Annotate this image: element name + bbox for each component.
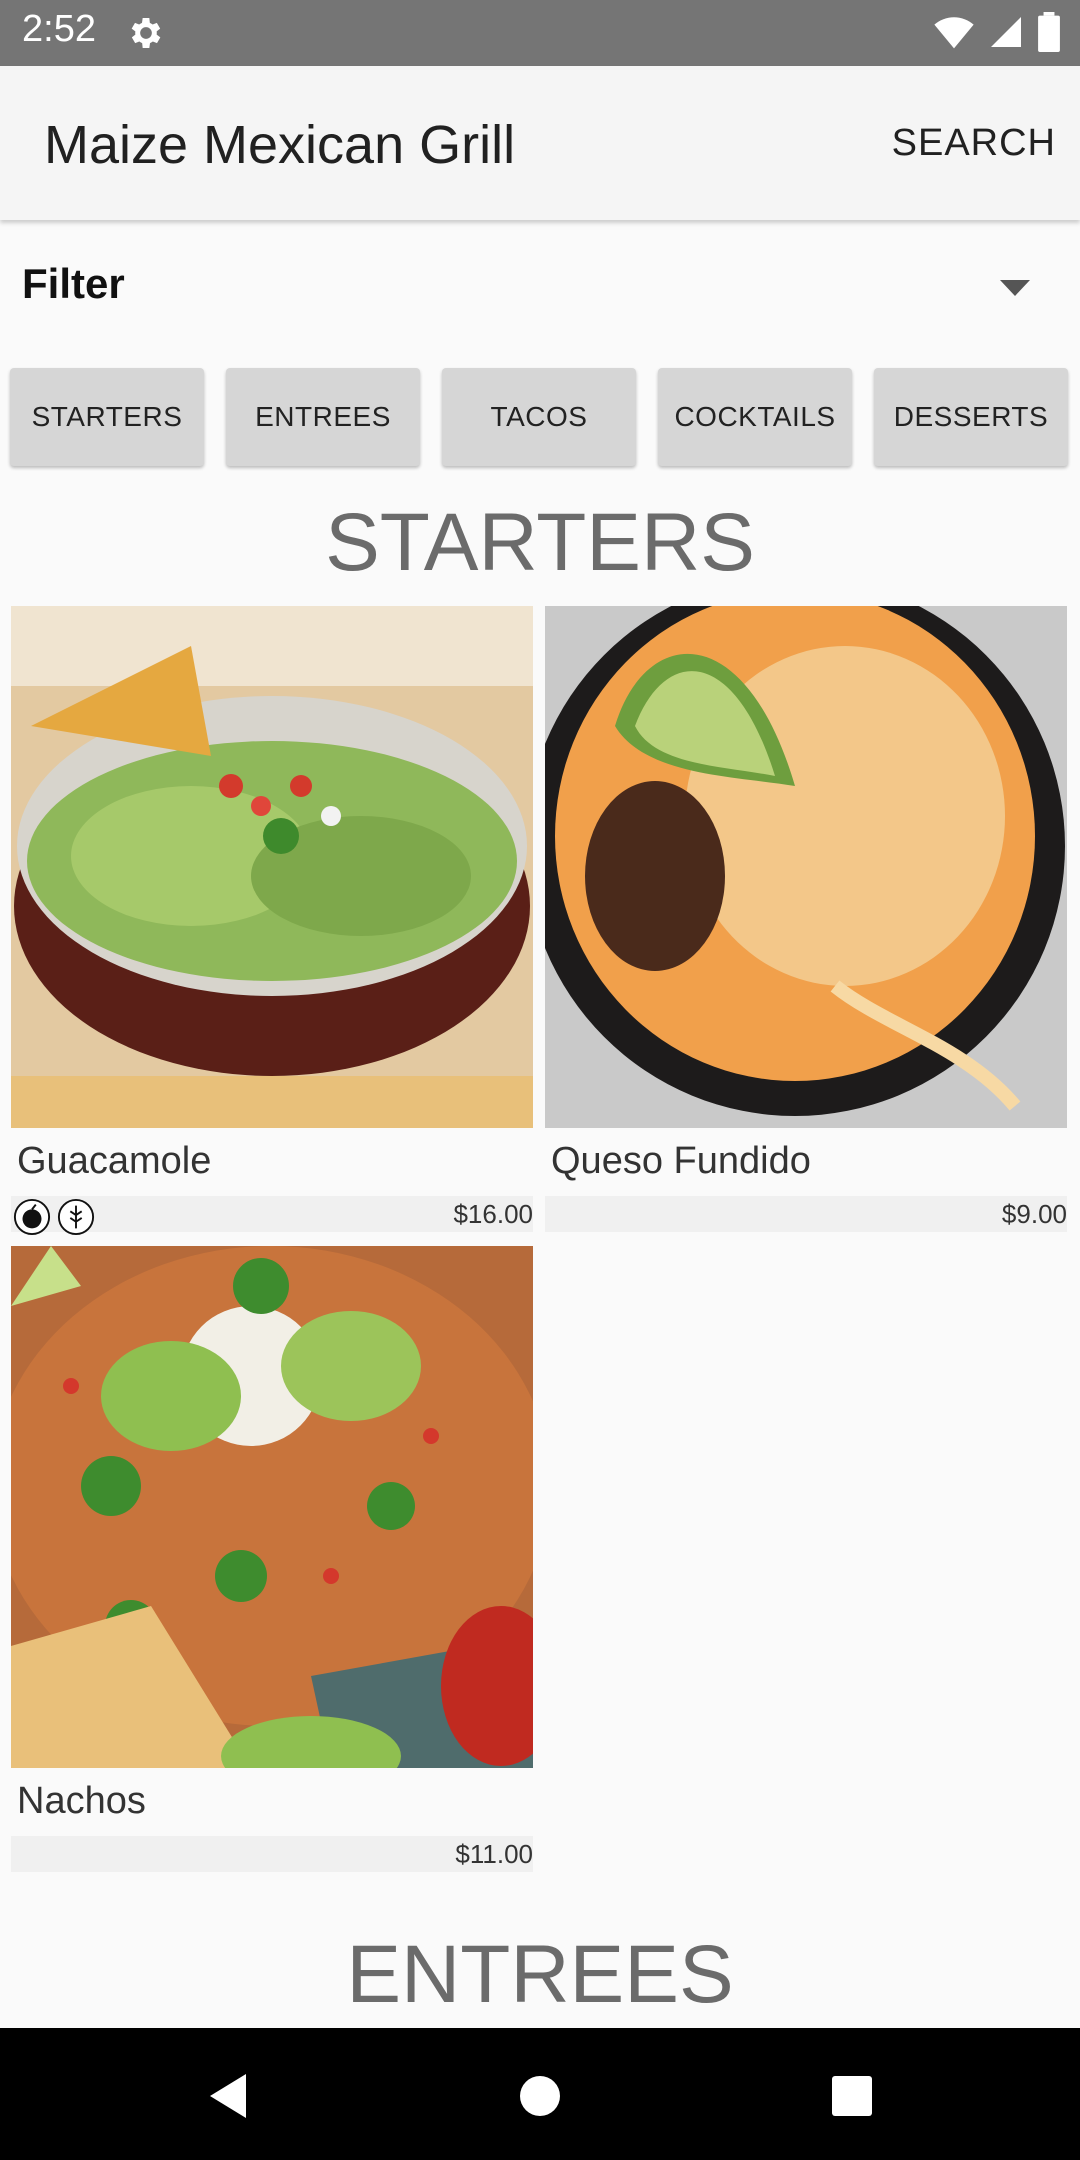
vegan-icon (13, 1198, 51, 1236)
nachos-image (11, 1246, 533, 1768)
category-button-tacos[interactable]: TACOS (442, 368, 636, 466)
battery-icon (1038, 12, 1060, 52)
status-bar: 2:52 (0, 0, 1080, 66)
home-icon[interactable] (512, 2068, 568, 2124)
navigation-bar (0, 2028, 1080, 2160)
recents-icon[interactable] (824, 2068, 880, 2124)
category-tabs: STARTERS ENTREES TACOS COCKTAILS DESSERT… (0, 368, 1080, 468)
menu-item-price-bar: $16.00 (11, 1196, 533, 1236)
section-title-starters: STARTERS (325, 497, 755, 588)
gluten-free-icon (57, 1198, 95, 1236)
chevron-down-icon (1000, 280, 1030, 296)
menu-item-name: Guacamole (17, 1140, 212, 1182)
gear-icon (131, 18, 161, 48)
signal-icon (991, 17, 1021, 47)
menu-item-card[interactable]: Guacamole $16.00 (11, 606, 533, 1246)
wifi-icon (934, 17, 974, 49)
menu-item-price-bar: $11.00 (11, 1836, 533, 1872)
category-button-cocktails[interactable]: COCKTAILS (658, 368, 852, 466)
search-button[interactable]: SEARCH (892, 122, 1056, 165)
category-button-desserts[interactable]: DESSERTS (874, 368, 1068, 466)
filter-label: Filter (22, 260, 125, 307)
menu-item-name: Queso Fundido (551, 1140, 811, 1182)
menu-item-card[interactable]: Nachos $11.00 (11, 1246, 533, 1876)
menu-item-name: Nachos (17, 1780, 146, 1822)
section-title-entrees: ENTREES (346, 1929, 734, 2020)
status-time: 2:52 (22, 8, 96, 50)
menu-item-card[interactable]: Queso Fundido $9.00 (545, 606, 1067, 1246)
menu-item-price-bar: $9.00 (545, 1196, 1067, 1232)
category-button-starters[interactable]: STARTERS (10, 368, 204, 466)
category-button-entrees[interactable]: ENTREES (226, 368, 420, 466)
filter-dropdown[interactable]: Filter (0, 250, 1080, 330)
back-icon[interactable] (200, 2068, 256, 2124)
guacamole-image (11, 606, 533, 1128)
queso-fundido-image (545, 606, 1067, 1128)
menu-item-price: $9.00 (1001, 1199, 1067, 1229)
app-title: Maize Mexican Grill (44, 115, 516, 175)
menu-item-price: $11.00 (455, 1839, 533, 1869)
menu-item-price: $16.00 (453, 1199, 533, 1229)
app-bar: Maize Mexican Grill SEARCH (0, 66, 1080, 220)
